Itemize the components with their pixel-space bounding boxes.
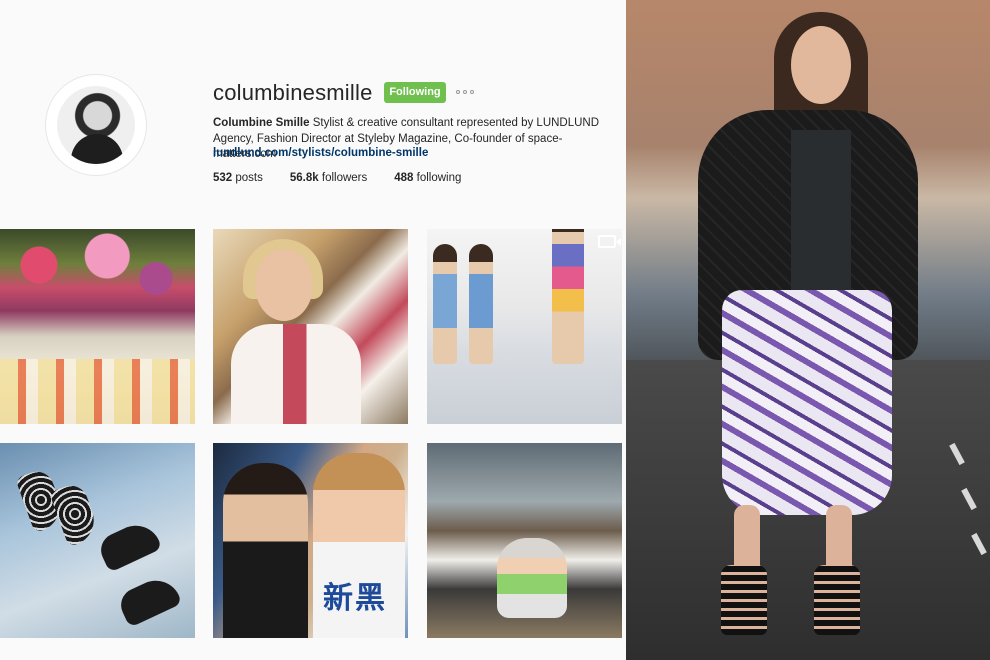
video-camera-icon — [598, 235, 616, 248]
following-button[interactable]: Following — [384, 82, 446, 103]
profile-stats: 532 posts 56.8k followers 488 following — [213, 172, 488, 184]
post-thumbnail-runway[interactable] — [427, 229, 622, 424]
profile-link[interactable]: lundlund.com/stylists/columbine-smille — [213, 147, 428, 159]
post-thumbnail-baby[interactable] — [427, 443, 622, 638]
post-thumbnail-flowers[interactable] — [0, 229, 195, 424]
post-thumbnail-shoes[interactable] — [0, 443, 195, 638]
username: columbinesmille — [213, 80, 373, 105]
avatar-image — [57, 86, 135, 164]
followers-stat[interactable]: 56.8k followers — [290, 172, 367, 184]
bio-name: Columbine Smille — [213, 117, 310, 129]
more-options-icon[interactable] — [456, 86, 476, 98]
street-style-photo — [626, 0, 990, 660]
post-thumbnail-selfie[interactable]: 新黑 — [213, 443, 408, 638]
posts-stat: 532 posts — [213, 172, 263, 184]
following-stat[interactable]: 488 following — [394, 172, 461, 184]
post-thumbnail-dessert[interactable] — [213, 229, 408, 424]
profile-panel: columbinesmille Following Columbine Smil… — [0, 0, 626, 660]
avatar[interactable] — [45, 74, 147, 176]
shirt-text: 新黑 — [323, 581, 387, 616]
